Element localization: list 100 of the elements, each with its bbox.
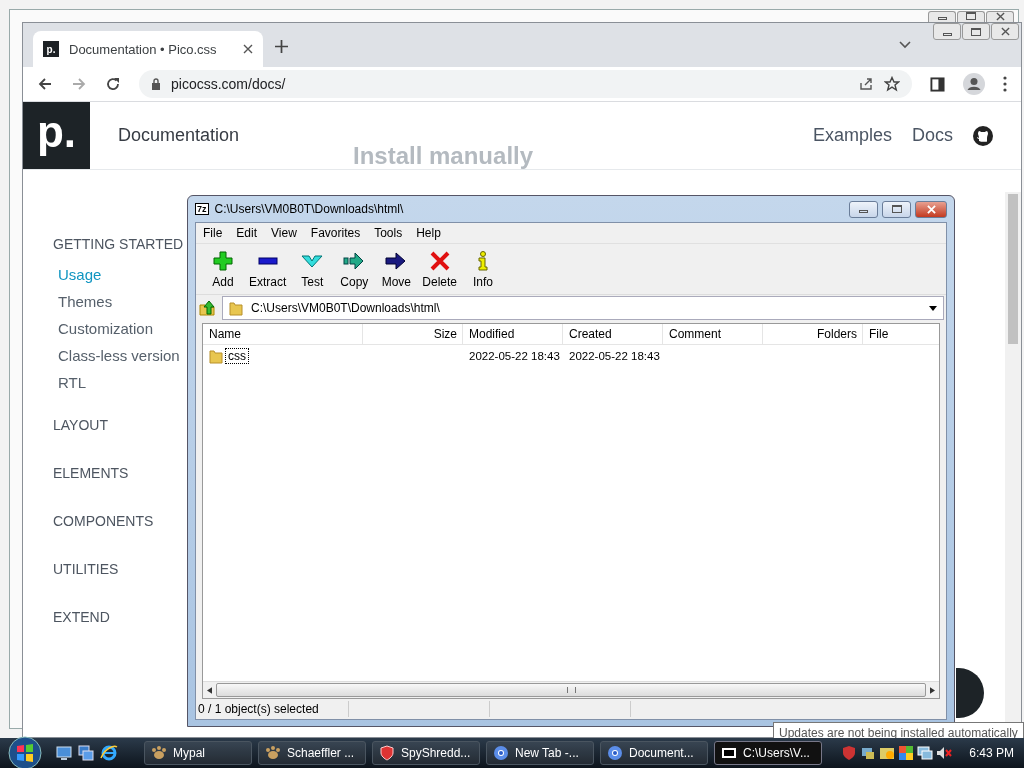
toolbar-button[interactable]: Add xyxy=(202,249,244,289)
sidebar-link[interactable]: RTL xyxy=(58,374,87,391)
sidebar-link[interactable]: Customization xyxy=(58,320,154,337)
star-icon[interactable] xyxy=(884,76,900,92)
nav-link[interactable]: Docs xyxy=(912,125,953,146)
toolbar-button[interactable]: Copy xyxy=(333,249,376,289)
minimize-icon[interactable] xyxy=(933,23,961,40)
cross-icon xyxy=(429,249,450,272)
shield-icon xyxy=(379,745,395,761)
menu-icon[interactable] xyxy=(1003,76,1007,92)
path-field[interactable]: C:\Users\VM0B0T\Downloads\html\ xyxy=(222,296,944,320)
sidebar-section[interactable]: ELEMENTS xyxy=(53,465,129,501)
site-title[interactable]: Documentation xyxy=(118,125,240,146)
window-title: C:\Users\VM0B0T\Downloads\html\ xyxy=(214,202,404,216)
scroll-right-icon[interactable] xyxy=(930,686,935,694)
desktop-icon[interactable] xyxy=(56,745,72,761)
column-header[interactable]: Created xyxy=(563,324,663,344)
sidebar-link[interactable]: Themes xyxy=(58,293,113,310)
close-icon[interactable] xyxy=(991,23,1019,40)
scroll-left-icon[interactable] xyxy=(207,686,212,694)
clock[interactable]: 6:43 PM xyxy=(969,746,1014,760)
toolbar-button[interactable]: Test xyxy=(291,249,334,289)
menu-item[interactable]: Edit xyxy=(229,226,265,240)
sidebar-section[interactable]: COMPONENTS xyxy=(53,513,154,549)
menu-item[interactable]: Favorites xyxy=(303,226,368,240)
menu-item[interactable]: View xyxy=(264,226,304,240)
toolbar-button[interactable]: Delete xyxy=(417,249,463,289)
windows-icon[interactable] xyxy=(78,745,94,761)
security-icon[interactable] xyxy=(841,745,858,761)
taskbar-button[interactable]: Schaeffler ... xyxy=(258,741,366,765)
maximize-icon[interactable] xyxy=(962,23,990,40)
maximize-icon[interactable] xyxy=(957,11,985,22)
folder-icon xyxy=(229,300,243,316)
globe-icon xyxy=(607,745,623,761)
toolbar-button[interactable]: Move xyxy=(375,249,418,289)
scrollbar[interactable] xyxy=(203,681,939,698)
sidebar-section[interactable]: EXTEND xyxy=(53,609,110,645)
taskbar-button[interactable]: Mypal xyxy=(144,741,252,765)
column-header[interactable]: Modified xyxy=(463,324,563,344)
paw-icon xyxy=(265,745,281,761)
globe-icon xyxy=(493,745,509,761)
close-icon[interactable] xyxy=(243,44,253,54)
sidebar-link[interactable]: Usage xyxy=(58,266,102,283)
paw-icon xyxy=(151,745,167,761)
column-header[interactable]: File xyxy=(863,324,939,344)
status-text: 0 / 1 object(s) selected xyxy=(197,702,320,716)
nav-link[interactable]: Examples xyxy=(812,125,892,146)
update-icon[interactable] xyxy=(898,745,915,761)
menu-item[interactable]: Tools xyxy=(367,226,410,240)
folder-icon xyxy=(209,348,223,364)
sidebar-section[interactable]: GETTING STARTED xyxy=(53,236,184,252)
plus-icon xyxy=(213,249,233,272)
lock-icon xyxy=(151,78,161,90)
logo[interactable]: p. xyxy=(23,102,90,169)
address-bar[interactable]: picocss.com/docs/ xyxy=(139,70,912,98)
warning-icon[interactable] xyxy=(879,745,896,761)
archive-icon xyxy=(721,745,737,761)
share-icon[interactable] xyxy=(858,76,874,92)
minimize-icon[interactable] xyxy=(928,11,956,22)
column-header[interactable]: Folders xyxy=(763,324,863,344)
network-icon[interactable] xyxy=(860,745,877,761)
sidebar-section[interactable]: LAYOUT xyxy=(53,417,108,453)
close-icon[interactable] xyxy=(915,200,947,218)
sidebar-section[interactable]: UTILITIES xyxy=(53,561,119,597)
profile-icon[interactable] xyxy=(963,73,985,95)
column-header[interactable]: Name xyxy=(203,324,363,344)
toolbar-button[interactable]: Info xyxy=(462,249,505,289)
taskbar-button[interactable]: C:\Users\V... xyxy=(714,741,822,765)
back-icon[interactable] xyxy=(37,76,53,92)
menu-item[interactable]: File xyxy=(196,226,230,240)
maximize-icon[interactable] xyxy=(882,200,911,218)
github-icon[interactable] xyxy=(973,125,993,146)
new-tab-icon[interactable] xyxy=(275,39,288,53)
column-header[interactable]: Comment xyxy=(663,324,763,344)
info-icon xyxy=(476,249,491,272)
dropdown-icon[interactable] xyxy=(929,305,937,311)
muted-speaker-icon[interactable] xyxy=(936,745,953,761)
menu-item[interactable]: Help xyxy=(409,226,448,240)
up-folder-icon[interactable] xyxy=(198,299,216,317)
side-panel-icon[interactable] xyxy=(930,76,945,92)
taskbar-button[interactable]: SpyShredd... xyxy=(372,741,480,765)
toolbar-button[interactable]: Extract xyxy=(244,249,292,289)
reload-icon[interactable] xyxy=(105,76,121,92)
taskbar-button[interactable]: Document... xyxy=(600,741,708,765)
column-header[interactable]: Size xyxy=(363,324,463,344)
file-name[interactable]: css xyxy=(225,348,249,364)
start-button[interactable] xyxy=(8,736,42,768)
favicon: p. xyxy=(43,41,59,57)
minimize-icon[interactable] xyxy=(849,200,878,218)
close-icon[interactable] xyxy=(986,11,1014,22)
theme-toggle-button[interactable] xyxy=(956,668,984,718)
browser-tab[interactable]: p. Documentation • Pico.css xyxy=(33,31,263,67)
browser-icon[interactable] xyxy=(100,744,118,762)
chevron-icon[interactable] xyxy=(899,41,911,49)
sidebar-link[interactable]: Class-less version xyxy=(58,347,180,364)
monitor-icon[interactable] xyxy=(917,745,934,761)
table-cell: 2022-05-22 18:43 xyxy=(469,350,560,362)
arrow-icon xyxy=(385,249,408,272)
taskbar-button[interactable]: New Tab -... xyxy=(486,741,594,765)
app-icon: 7z xyxy=(195,203,209,215)
